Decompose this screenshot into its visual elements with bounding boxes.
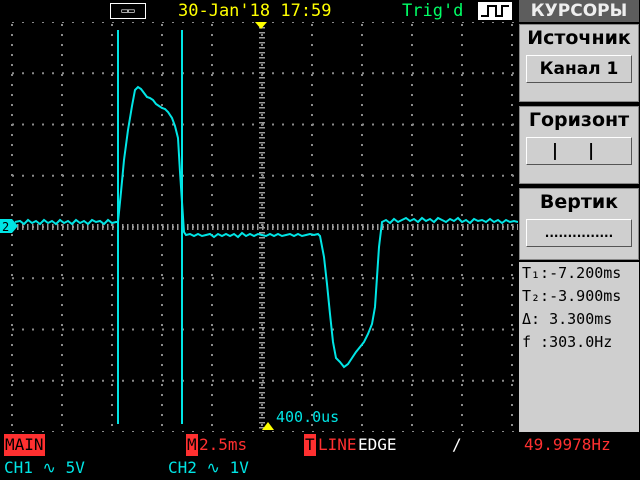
horizontal-value: | | [526,137,632,165]
readout-delta: Δ: 3.300ms [522,310,613,328]
usb-icon: ▭▭ [110,3,146,19]
trigger-frequency: 49.9978Hz [524,435,611,454]
readout-t1: T₁:-7.200ms [522,264,622,282]
trigger-slope-icon: / [452,435,462,454]
cursor-readout: T₁:-7.200ms T₂:-3.900ms Δ: 3.300ms f :30… [519,262,639,432]
vertical-softkey[interactable]: Вертик ............... [519,188,639,260]
trigger-status: Trig'd [402,1,464,21]
top-status-bar: ▭▭ 30-Jan'18 17:59 Trig'd [0,0,518,22]
horizontal-label: Горизонт [528,109,630,131]
vertical-label: Вертик [539,191,619,213]
readout-frequency: f :303.0Hz [522,333,613,351]
source-label: Источник [527,27,631,49]
vertical-value: ............... [526,219,632,247]
waveform-display[interactable]: 400.0us 2 [0,22,518,432]
datetime: 30-Jan'18 17:59 [178,1,332,21]
menu-title: КУРСОРЫ [519,0,639,22]
timebase-prefix: M [186,434,198,456]
trigger-type: EDGE [358,435,397,454]
ch1-scale: CH1 ∿ 5V [4,458,85,477]
trigger-waveform-icon [478,2,512,20]
trigger-prefix: T [304,434,316,456]
source-value: Канал 1 [526,55,632,83]
bottom-status-bar: MAIN M 2.5ms T LINE EDGE / 49.9978Hz CH1… [0,432,640,480]
timebase-value: 2.5ms [199,435,248,454]
readout-t2: T₂:-3.900ms [522,287,622,305]
mode-badge: MAIN [4,434,45,456]
source-softkey[interactable]: Источник Канал 1 [519,24,639,102]
horizontal-position-label: 400.0us [276,408,339,426]
ch2-scale: CH2 ∿ 1V [168,458,249,477]
trigger-source: LINE [318,435,357,454]
horizontal-softkey[interactable]: Горизонт | | [519,106,639,184]
channel-marker-label: 2 [2,220,9,234]
